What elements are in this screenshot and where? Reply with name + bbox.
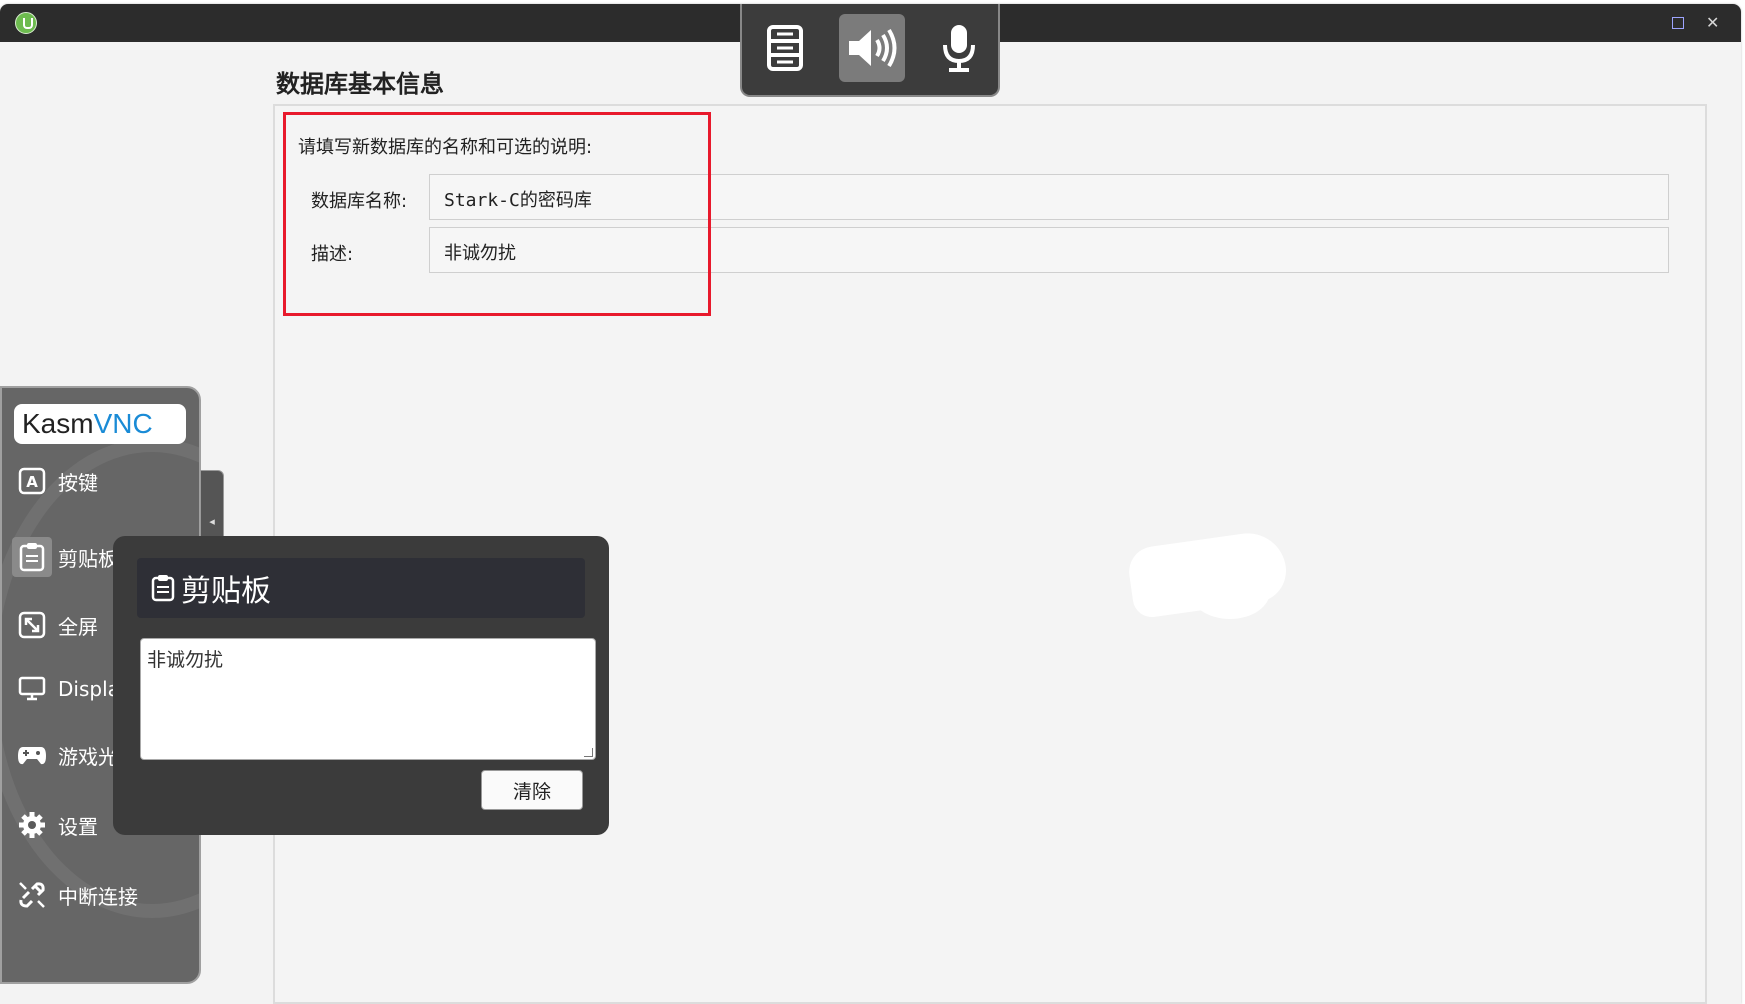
highlight-annotation-box bbox=[283, 112, 711, 316]
maximize-button[interactable] bbox=[1672, 17, 1684, 29]
kasm-item-disconnect[interactable]: 中断连接 bbox=[12, 872, 197, 918]
microphone-icon[interactable] bbox=[926, 14, 992, 82]
clipboard-header: 剪贴板 bbox=[137, 558, 585, 618]
kasm-item-keys[interactable]: A 按键 bbox=[12, 458, 197, 504]
gamepad-icon bbox=[12, 735, 52, 775]
kasmvnc-logo: Kasm VNC bbox=[14, 404, 186, 444]
clipboard-title: 剪贴板 bbox=[181, 574, 271, 609]
page-title: 数据库基本信息 bbox=[276, 70, 444, 98]
kasm-audio-bar bbox=[740, 4, 1000, 97]
fullscreen-icon bbox=[12, 605, 52, 645]
redaction-mark bbox=[1190, 564, 1270, 619]
gear-icon bbox=[12, 805, 52, 845]
clipboard-panel: 剪贴板 非诚勿扰 清除 bbox=[113, 536, 609, 835]
server-icon[interactable] bbox=[752, 14, 818, 82]
clear-button[interactable]: 清除 bbox=[481, 770, 583, 810]
svg-text:A: A bbox=[26, 473, 38, 491]
monitor-icon bbox=[12, 669, 52, 709]
keepassxc-window: 创建一个新的 KeePassXC 数据库… ✕ 数据库基本信息 请填写新数据库的… bbox=[0, 4, 1741, 1004]
close-button[interactable]: ✕ bbox=[1706, 13, 1719, 33]
clipboard-textarea[interactable]: 非诚勿扰 bbox=[140, 638, 596, 760]
keyboard-key-icon: A bbox=[12, 461, 52, 501]
disconnect-icon bbox=[12, 875, 52, 915]
speaker-icon[interactable] bbox=[839, 14, 905, 82]
clipboard-icon bbox=[151, 574, 175, 602]
clipboard-icon bbox=[12, 537, 52, 577]
